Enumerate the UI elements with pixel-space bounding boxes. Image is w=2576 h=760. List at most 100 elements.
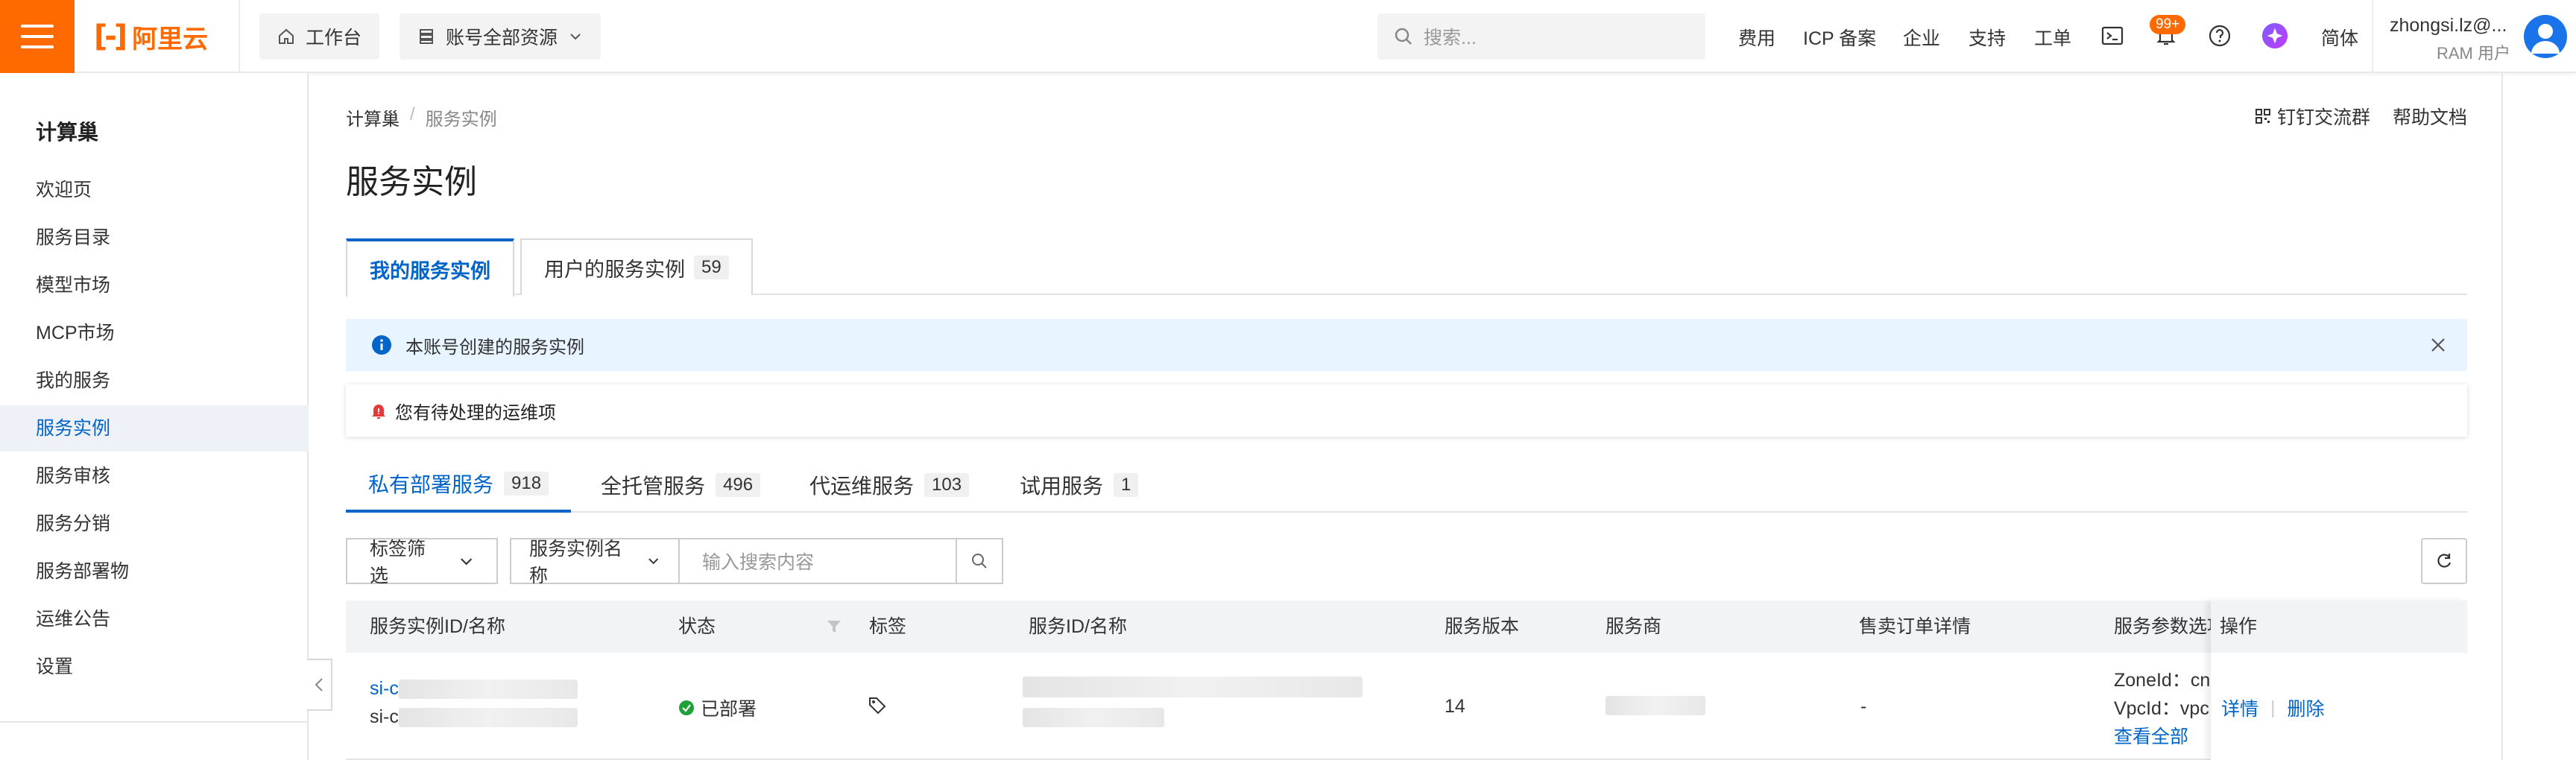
workbench-button[interactable]: 工作台	[259, 13, 380, 60]
info-alert: 本账号创建的服务实例	[346, 319, 2467, 371]
dingtalk-group-link[interactable]: 钉钉交流群	[2255, 103, 2370, 130]
tab-my-instances-label: 我的服务实例	[370, 259, 490, 282]
tab-managed-ops[interactable]: 代运维服务 103	[809, 457, 970, 513]
database-icon	[420, 29, 433, 44]
view-all-params-link[interactable]: 查看全部	[2114, 723, 2210, 751]
breadcrumb-item-root[interactable]: 计算巢	[346, 104, 400, 130]
tab-user-instances-count: 59	[694, 256, 729, 279]
sidebar-item-mcp-market[interactable]: MCP市场	[0, 310, 309, 356]
search-field-select[interactable]: 服务实例名称	[510, 538, 680, 586]
icp-link[interactable]: ICP 备案	[1803, 24, 1876, 51]
row-actions: 详情 | 删除	[2221, 694, 2325, 721]
enterprise-link[interactable]: 企业	[1903, 24, 1940, 51]
sidebar-collapse-button[interactable]	[307, 659, 332, 711]
top-navigation-bar: [-] 阿里云 工作台 账号全部资源 搜索... 费用 ICP 备案 企业 支持…	[0, 0, 2576, 73]
menu-line	[21, 45, 54, 48]
search-field-label: 服务实例名称	[529, 539, 623, 586]
pending-ops-bar[interactable]: 您有待处理的运维项	[346, 384, 2467, 437]
menu-line	[21, 35, 54, 38]
status-badge: 已部署	[678, 694, 757, 721]
instance-owner-tabs: 我的服务实例 用户的服务实例 59	[346, 238, 2467, 297]
service-id-cell	[1023, 677, 1363, 727]
sidebar-item-settings[interactable]: 设置	[0, 644, 309, 690]
help-docs-link[interactable]: 帮助文档	[2393, 103, 2467, 130]
order-detail: -	[1860, 696, 1867, 717]
tab-trial-label: 试用服务	[1020, 475, 1104, 498]
tab-my-instances[interactable]: 我的服务实例	[346, 238, 514, 297]
redacted-service-id	[1023, 677, 1363, 697]
params-cell: ZoneId：cn VpcId：vpc 查看全部	[2114, 666, 2210, 751]
support-link[interactable]: 支持	[1969, 24, 2006, 51]
tag-filter-dropdown[interactable]: 标签筛选	[346, 538, 498, 586]
billing-link[interactable]: 费用	[1738, 24, 1775, 51]
check-circle-icon	[679, 700, 694, 715]
detail-link[interactable]: 详情	[2221, 694, 2258, 721]
instance-id-cell: si-c	[370, 678, 578, 700]
notification-badge: 99+	[2150, 15, 2186, 34]
sidebar-item-my-services[interactable]: 我的服务	[0, 358, 309, 404]
column-header-status: 状态	[678, 616, 716, 637]
tab-user-instances[interactable]: 用户的服务实例 59	[520, 238, 753, 295]
column-header-service: 服务ID/名称	[1029, 616, 1127, 637]
sidebar-item-model-market[interactable]: 模型市场	[0, 262, 309, 308]
redacted-instance-name	[398, 708, 578, 728]
pending-ops-text: 您有待处理的运维项	[395, 402, 556, 423]
sidebar-item-service-catalog[interactable]: 服务目录	[0, 215, 309, 261]
tag-filter-label: 标签筛选	[370, 539, 426, 586]
menu-line	[21, 25, 54, 28]
tab-fully-managed[interactable]: 全托管服务 496	[601, 457, 761, 513]
resources-dropdown[interactable]: 账号全部资源	[400, 13, 602, 60]
chevron-down-icon	[648, 558, 658, 565]
sidebar-item-ops-announcements[interactable]: 运维公告	[0, 596, 309, 642]
sidebar-item-service-distribution[interactable]: 服务分销	[0, 501, 309, 547]
hamburger-menu-button[interactable]	[0, 0, 75, 73]
table-header: 服务实例ID/名称 状态 标签 服务ID/名称 服务版本 服务商 售卖订单详情 …	[346, 601, 2467, 653]
ticket-link[interactable]: 工单	[2034, 24, 2071, 51]
refresh-button[interactable]	[2421, 538, 2467, 584]
search-icon	[1395, 28, 1412, 45]
tab-trial-count: 1	[1114, 473, 1139, 497]
instance-search-input[interactable]: 输入搜索内容	[678, 538, 957, 584]
filter-funnel-icon[interactable]	[826, 618, 842, 635]
help-icon[interactable]	[2206, 22, 2233, 49]
instance-name-text: si-c	[370, 706, 399, 727]
provider-cell	[1606, 694, 1705, 716]
tab-managed-ops-count: 103	[924, 473, 970, 497]
column-header-params: 服务参数选项	[2114, 616, 2226, 637]
tab-user-instances-label: 用户的服务实例	[544, 258, 685, 281]
dingtalk-group-label: 钉钉交流群	[2276, 107, 2370, 128]
tab-fully-managed-label: 全托管服务	[601, 475, 706, 498]
aliyun-logo[interactable]: [-] 阿里云	[94, 19, 208, 54]
sidebar-item-deployment-artifacts[interactable]: 服务部署物	[0, 548, 309, 595]
tab-private-deployment-count: 918	[504, 472, 549, 495]
column-header-tags: 标签	[869, 616, 907, 637]
home-icon	[279, 28, 294, 44]
user-name: zhongsi.lz@...	[2390, 15, 2507, 36]
delete-link[interactable]: 删除	[2288, 694, 2325, 721]
aliyun-logo-mark-icon: [-]	[94, 19, 127, 54]
tab-trial[interactable]: 试用服务 1	[1020, 457, 1139, 513]
search-icon	[972, 554, 987, 569]
chevron-down-icon	[460, 558, 472, 566]
language-switch[interactable]: 简体	[2321, 24, 2358, 51]
sidebar-item-service-instances[interactable]: 服务实例	[0, 405, 309, 452]
breadcrumb-item-current: 服务实例	[425, 110, 497, 130]
chevron-down-icon	[570, 34, 581, 40]
info-icon	[372, 335, 391, 355]
instance-id-link[interactable]: si-c	[370, 678, 399, 699]
sidebar-item-welcome[interactable]: 欢迎页	[0, 167, 309, 213]
tab-private-deployment[interactable]: 私有部署服务 918	[346, 457, 572, 513]
refresh-icon	[2437, 554, 2452, 568]
search-placeholder: 搜索...	[1424, 28, 1477, 48]
search-submit-button[interactable]	[956, 538, 1003, 584]
param-vpc: VpcId：vpc	[2114, 698, 2209, 719]
ai-assistant-icon[interactable]	[2261, 22, 2288, 49]
terminal-icon[interactable]	[2099, 22, 2126, 49]
close-icon[interactable]	[2427, 334, 2449, 356]
tag-icon[interactable]	[868, 696, 887, 715]
global-search-input[interactable]: 搜索...	[1377, 13, 1705, 60]
user-account-menu[interactable]: zhongsi.lz@... RAM 用户	[2372, 0, 2576, 73]
param-zone: ZoneId：cn	[2114, 670, 2211, 691]
redacted-service-name	[1023, 708, 1164, 727]
sidebar-item-service-review[interactable]: 服务审核	[0, 453, 309, 499]
